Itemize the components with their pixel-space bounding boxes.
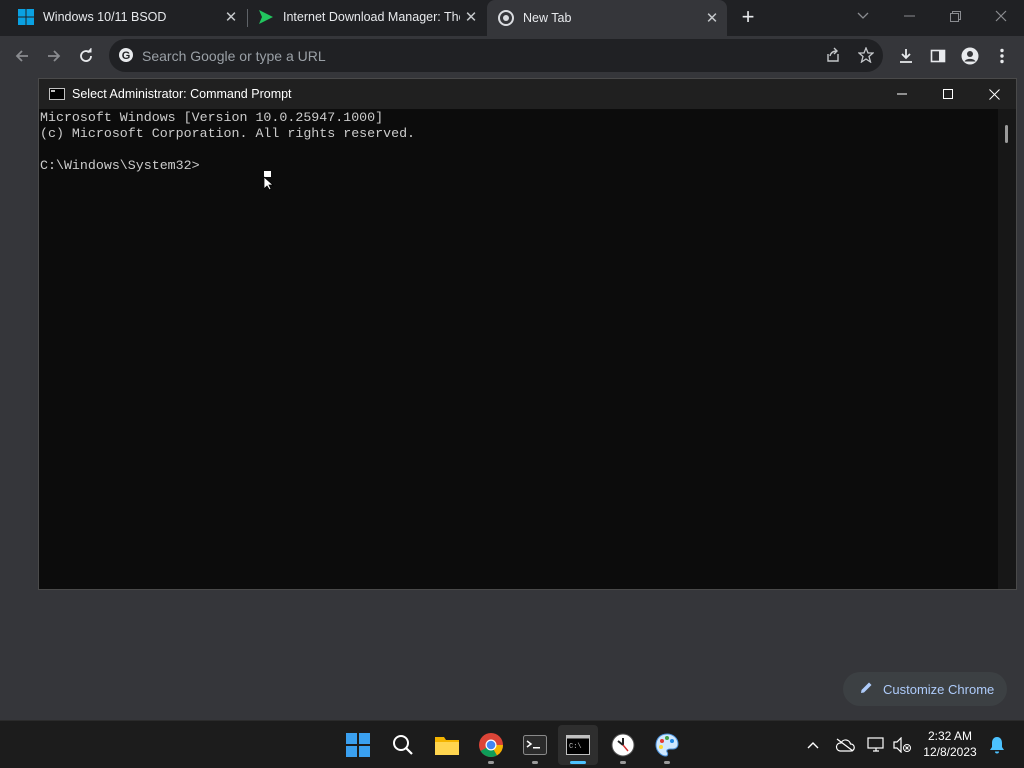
profile-avatar-icon[interactable] bbox=[956, 42, 984, 70]
running-indicator bbox=[532, 761, 538, 764]
clock-time: 2:32 AM bbox=[927, 729, 973, 743]
tab-title: Internet Download Manager: The bbox=[283, 10, 460, 24]
windows-logo-icon bbox=[18, 9, 34, 25]
windows-taskbar: C:\ 2:32 AM 12/8/2023 bbox=[0, 720, 1024, 768]
chrome-icon bbox=[498, 10, 514, 26]
active-indicator bbox=[570, 761, 586, 764]
side-panel-icon[interactable] bbox=[924, 42, 952, 70]
omnibox[interactable]: G bbox=[109, 39, 883, 72]
tab-windows-bsod[interactable]: Windows 10/11 BSOD ✕ bbox=[0, 0, 246, 34]
cmd-title-bar[interactable]: Select Administrator: Command Prompt bbox=[39, 79, 1016, 109]
volume-muted-icon[interactable] bbox=[890, 733, 914, 757]
cmd-window-title: Select Administrator: Command Prompt bbox=[72, 87, 292, 101]
command-prompt-taskbar-icon[interactable]: C:\ bbox=[558, 725, 598, 765]
customize-chrome-button[interactable]: Customize Chrome bbox=[843, 672, 1007, 706]
clock-date: 12/8/2023 bbox=[923, 745, 977, 759]
terminal-icon[interactable] bbox=[515, 725, 555, 765]
cmd-minimize-button[interactable] bbox=[879, 79, 925, 109]
svg-text:G: G bbox=[122, 50, 131, 62]
cmd-maximize-button[interactable] bbox=[925, 79, 971, 109]
svg-text:C:\: C:\ bbox=[569, 743, 582, 751]
bookmark-star-icon[interactable] bbox=[852, 41, 880, 69]
forward-button[interactable] bbox=[40, 42, 68, 70]
browser-toolbar: G bbox=[0, 36, 1024, 76]
start-button[interactable] bbox=[338, 725, 378, 765]
idm-arrow-icon bbox=[258, 9, 274, 25]
chrome-menu-icon[interactable] bbox=[988, 42, 1016, 70]
pencil-icon bbox=[859, 681, 875, 697]
onedrive-offline-icon[interactable] bbox=[833, 733, 857, 757]
cmd-scrollbar[interactable] bbox=[998, 109, 1016, 589]
notification-bell-icon[interactable] bbox=[985, 733, 1009, 757]
tab-idm[interactable]: Internet Download Manager: The ✕ bbox=[248, 0, 486, 34]
cmd-app-icon bbox=[49, 88, 65, 100]
network-disconnected-icon[interactable] bbox=[865, 733, 889, 757]
running-indicator bbox=[664, 761, 670, 764]
clock-app-icon[interactable] bbox=[603, 725, 643, 765]
close-window-button[interactable] bbox=[978, 0, 1024, 32]
search-icon[interactable] bbox=[383, 725, 423, 765]
cmd-console-output[interactable]: Microsoft Windows [Version 10.0.25947.10… bbox=[39, 109, 999, 589]
omnibox-input[interactable] bbox=[142, 39, 782, 72]
google-icon: G bbox=[118, 47, 134, 63]
close-tab-icon[interactable]: ✕ bbox=[701, 7, 723, 29]
reload-button[interactable] bbox=[72, 42, 100, 70]
close-tab-icon[interactable]: ✕ bbox=[460, 6, 482, 28]
taskbar-clock[interactable]: 2:32 AM 12/8/2023 bbox=[918, 728, 982, 760]
tab-strip: Windows 10/11 BSOD ✕ Internet Download M… bbox=[0, 0, 1024, 36]
restore-button[interactable] bbox=[932, 0, 978, 32]
minimize-button[interactable] bbox=[886, 0, 932, 32]
running-indicator bbox=[488, 761, 494, 764]
close-tab-icon[interactable]: ✕ bbox=[220, 6, 242, 28]
cmd-scrollbar-thumb[interactable] bbox=[1005, 125, 1008, 143]
running-indicator bbox=[620, 761, 626, 764]
show-hidden-icons-chevron-icon[interactable] bbox=[801, 733, 825, 757]
tab-search-chevron-icon[interactable] bbox=[840, 0, 886, 32]
new-tab-button[interactable]: + bbox=[736, 4, 760, 29]
share-icon[interactable] bbox=[819, 41, 847, 69]
tab-title: Windows 10/11 BSOD bbox=[43, 10, 167, 24]
command-prompt-window[interactable]: Select Administrator: Command Prompt Mic… bbox=[38, 78, 1017, 590]
console-line: Microsoft Windows [Version 10.0.25947.10… bbox=[40, 110, 384, 125]
tab-title: New Tab bbox=[523, 11, 572, 25]
back-button[interactable] bbox=[8, 42, 36, 70]
mouse-cursor-icon bbox=[263, 171, 276, 191]
downloads-icon[interactable] bbox=[892, 42, 920, 70]
cmd-close-button[interactable] bbox=[971, 79, 1017, 109]
customize-chrome-label: Customize Chrome bbox=[883, 681, 995, 697]
chrome-taskbar-icon[interactable] bbox=[471, 725, 511, 765]
file-explorer-icon[interactable] bbox=[427, 725, 467, 765]
tab-new-tab[interactable]: New Tab ✕ bbox=[487, 0, 727, 36]
console-line: (c) Microsoft Corporation. All rights re… bbox=[40, 126, 416, 141]
console-prompt-line: C:\Windows\System32> bbox=[40, 158, 200, 173]
paint-icon[interactable] bbox=[647, 725, 687, 765]
